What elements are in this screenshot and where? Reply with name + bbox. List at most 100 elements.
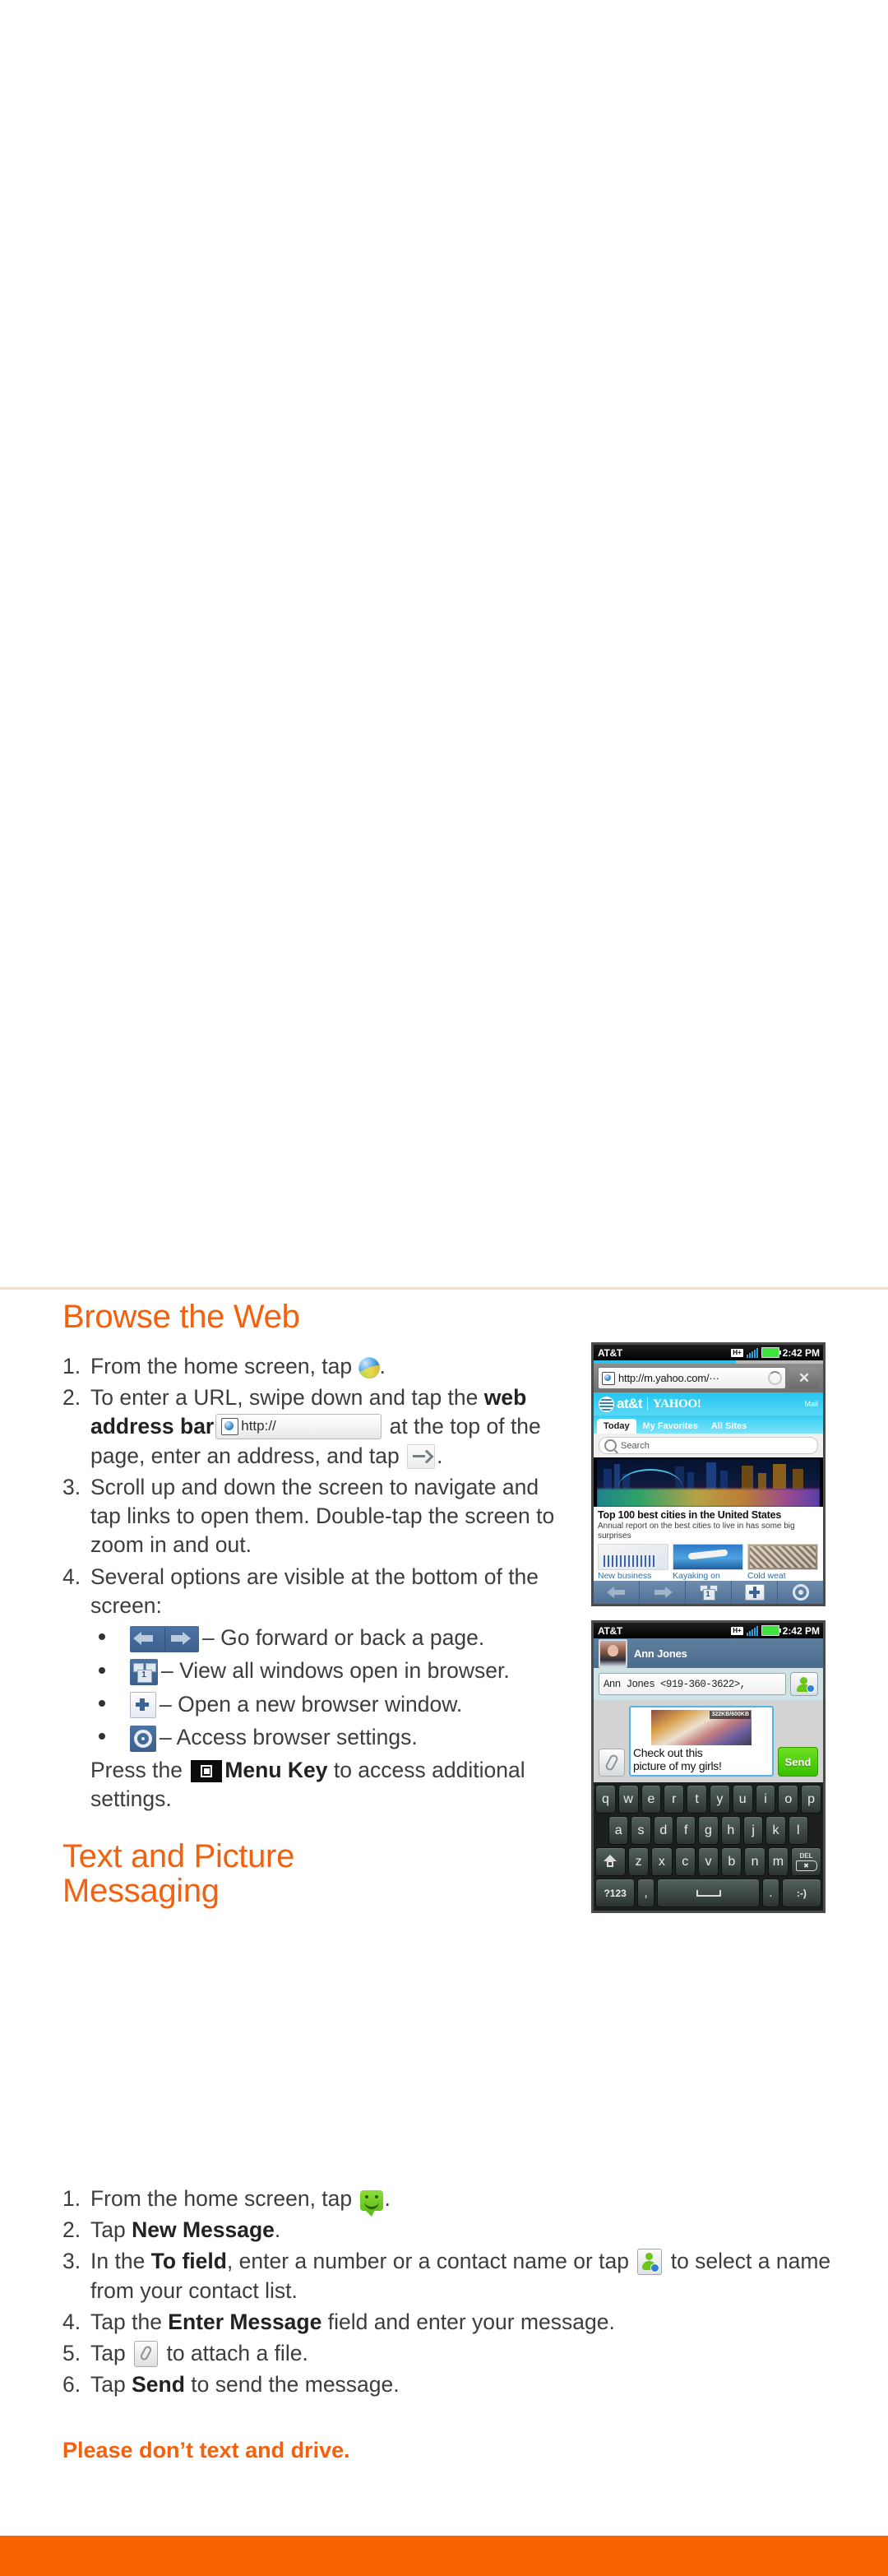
- note-text-pre: Press the: [90, 1758, 189, 1783]
- thumbnail-image: [673, 1544, 743, 1570]
- key-k[interactable]: k: [765, 1816, 786, 1846]
- step-text: Tap: [90, 2341, 132, 2366]
- tab-my-favorites[interactable]: My Favorites: [636, 1419, 705, 1434]
- send-button[interactable]: Send: [778, 1747, 818, 1777]
- to-field-input[interactable]: Ann Jones <919-360-3622>,: [599, 1673, 786, 1695]
- tab-today[interactable]: Today: [597, 1419, 636, 1434]
- key-emoticon[interactable]: :-): [781, 1879, 822, 1908]
- messaging-step-1: 1. From the home screen, tap .: [62, 2185, 835, 2217]
- page-root: Browse the Web 1. From the home screen, …: [0, 0, 888, 2576]
- yahoo-search-input[interactable]: Search: [599, 1437, 818, 1454]
- left-column: Browse the Web 1. From the home screen, …: [62, 1300, 572, 1925]
- thumbnail-item[interactable]: Kayaking on: [673, 1544, 743, 1581]
- key-symbols[interactable]: ?123: [595, 1879, 636, 1908]
- step-emphasis: Enter Message: [168, 2309, 322, 2334]
- key-d[interactable]: d: [653, 1816, 673, 1846]
- shift-arrow-icon: [604, 1854, 617, 1869]
- windows-icon: 1: [699, 1585, 718, 1601]
- key-u[interactable]: u: [732, 1785, 753, 1814]
- key-m[interactable]: m: [767, 1847, 789, 1877]
- keyboard-row-4: ?123 , . :-): [595, 1879, 822, 1908]
- key-h[interactable]: h: [720, 1816, 741, 1846]
- key-t[interactable]: t: [687, 1785, 707, 1814]
- keyboard-row-3: z x c v b n m DEL ✖: [595, 1847, 821, 1877]
- att-globe-icon: [599, 1396, 614, 1412]
- key-j[interactable]: j: [742, 1816, 764, 1846]
- key-x[interactable]: x: [651, 1847, 673, 1877]
- key-v[interactable]: v: [697, 1847, 719, 1877]
- step-text: Scroll up and down the screen to navigat…: [90, 1474, 555, 1558]
- browser-windows-button[interactable]: 1: [686, 1581, 732, 1604]
- key-r[interactable]: r: [664, 1785, 685, 1814]
- browser-forward-button[interactable]: [640, 1581, 686, 1604]
- key-b[interactable]: b: [721, 1847, 742, 1877]
- back-forward-arrows-icon: [130, 1626, 199, 1653]
- thumbnail-item[interactable]: Cold weat: [747, 1544, 818, 1581]
- key-o[interactable]: o: [778, 1785, 799, 1814]
- key-w[interactable]: w: [617, 1785, 639, 1814]
- key-i[interactable]: i: [755, 1785, 776, 1814]
- thumbnail-caption: Kayaking on: [673, 1571, 720, 1581]
- browser-settings-button[interactable]: [778, 1581, 823, 1604]
- conversation-header: Ann Jones: [594, 1638, 823, 1668]
- signal-bars-icon: [746, 1625, 758, 1636]
- stop-loading-button[interactable]: ✕: [789, 1368, 819, 1388]
- browser-statusbar: AT&T H+ 2:42 PM: [594, 1345, 823, 1360]
- key-period[interactable]: .: [762, 1879, 779, 1908]
- key-n[interactable]: n: [744, 1847, 765, 1877]
- browser-url-row: http://m.yahoo.com/··· ✕: [594, 1364, 823, 1392]
- messaging-step-2: 2. Tap New Message.: [62, 2216, 835, 2245]
- loading-spinner-icon: [768, 1371, 782, 1385]
- tab-all-sites[interactable]: All Sites: [705, 1419, 753, 1434]
- key-y[interactable]: y: [710, 1785, 730, 1814]
- step-text: To enter a URL, swipe down and tap the: [90, 1385, 484, 1411]
- mail-link[interactable]: Mail: [804, 1400, 818, 1408]
- step-text-end: .: [437, 1443, 443, 1468]
- browser-url-input[interactable]: http://m.yahoo.com/···: [598, 1367, 786, 1389]
- key-p[interactable]: p: [801, 1785, 821, 1814]
- browser-toolbar: 1: [594, 1581, 823, 1604]
- step-number: 4.: [62, 2309, 81, 2334]
- attach-file-button[interactable]: [599, 1749, 625, 1777]
- messaging-step-3: 3. In the To field, enter a number or a …: [62, 2247, 835, 2305]
- key-g[interactable]: g: [698, 1816, 719, 1846]
- step-text-end: .: [379, 1354, 386, 1378]
- article-headline[interactable]: Top 100 best cities in the United States: [598, 1509, 819, 1521]
- contact-picker-button[interactable]: [790, 1672, 818, 1696]
- thumbnail-item[interactable]: New business: [598, 1544, 668, 1581]
- key-space[interactable]: [656, 1879, 761, 1908]
- battery-icon: [761, 1347, 781, 1358]
- browse-step-4: 4. Several options are visible at the bo…: [62, 1563, 572, 1814]
- key-comma[interactable]: ,: [637, 1879, 654, 1908]
- key-z[interactable]: z: [627, 1847, 650, 1877]
- url-text: http://m.yahoo.com/···: [618, 1372, 719, 1384]
- keyboard-row-1: q w e r t y u i o p: [595, 1785, 821, 1814]
- messaging-title-line2: Messaging: [62, 1873, 220, 1910]
- note-emphasis: Menu Key: [224, 1758, 328, 1783]
- browse-options-list: – Go forward or back a page. 1– View all…: [90, 1624, 572, 1752]
- message-line-1: Check out this: [633, 1746, 703, 1759]
- right-column: AT&T H+ 2:42 PM http://m.yahoo.com/··· ✕…: [591, 1342, 826, 1914]
- message-bubble[interactable]: 322KB/600KB Check out this picture of my…: [629, 1706, 774, 1777]
- key-l[interactable]: l: [788, 1816, 808, 1846]
- browser-newwindow-button[interactable]: [732, 1581, 778, 1604]
- menu-key-icon: [191, 1760, 223, 1783]
- key-s[interactable]: s: [631, 1816, 651, 1846]
- key-e[interactable]: e: [641, 1785, 662, 1814]
- carrier-label: AT&T: [598, 1624, 622, 1637]
- step-number: 5.: [62, 2341, 81, 2366]
- view-windows-icon: 1: [130, 1659, 158, 1686]
- messaging-title-line1: Text and Picture: [62, 1837, 295, 1874]
- key-f[interactable]: f: [676, 1816, 696, 1846]
- key-q[interactable]: q: [595, 1785, 616, 1814]
- key-delete[interactable]: DEL ✖: [791, 1847, 821, 1877]
- footer-bar: [0, 2536, 888, 2576]
- safety-tagline: Please don’t text and drive.: [62, 2437, 350, 2462]
- step-number: 2.: [62, 2217, 81, 2243]
- key-shift[interactable]: [595, 1847, 626, 1877]
- key-c[interactable]: c: [674, 1847, 696, 1877]
- article-thumbnails: New business Kayaking on Cold weat: [594, 1541, 823, 1581]
- key-a[interactable]: a: [608, 1816, 629, 1846]
- thumbnail-caption: Cold weat: [747, 1571, 786, 1581]
- browser-back-button[interactable]: [594, 1581, 640, 1604]
